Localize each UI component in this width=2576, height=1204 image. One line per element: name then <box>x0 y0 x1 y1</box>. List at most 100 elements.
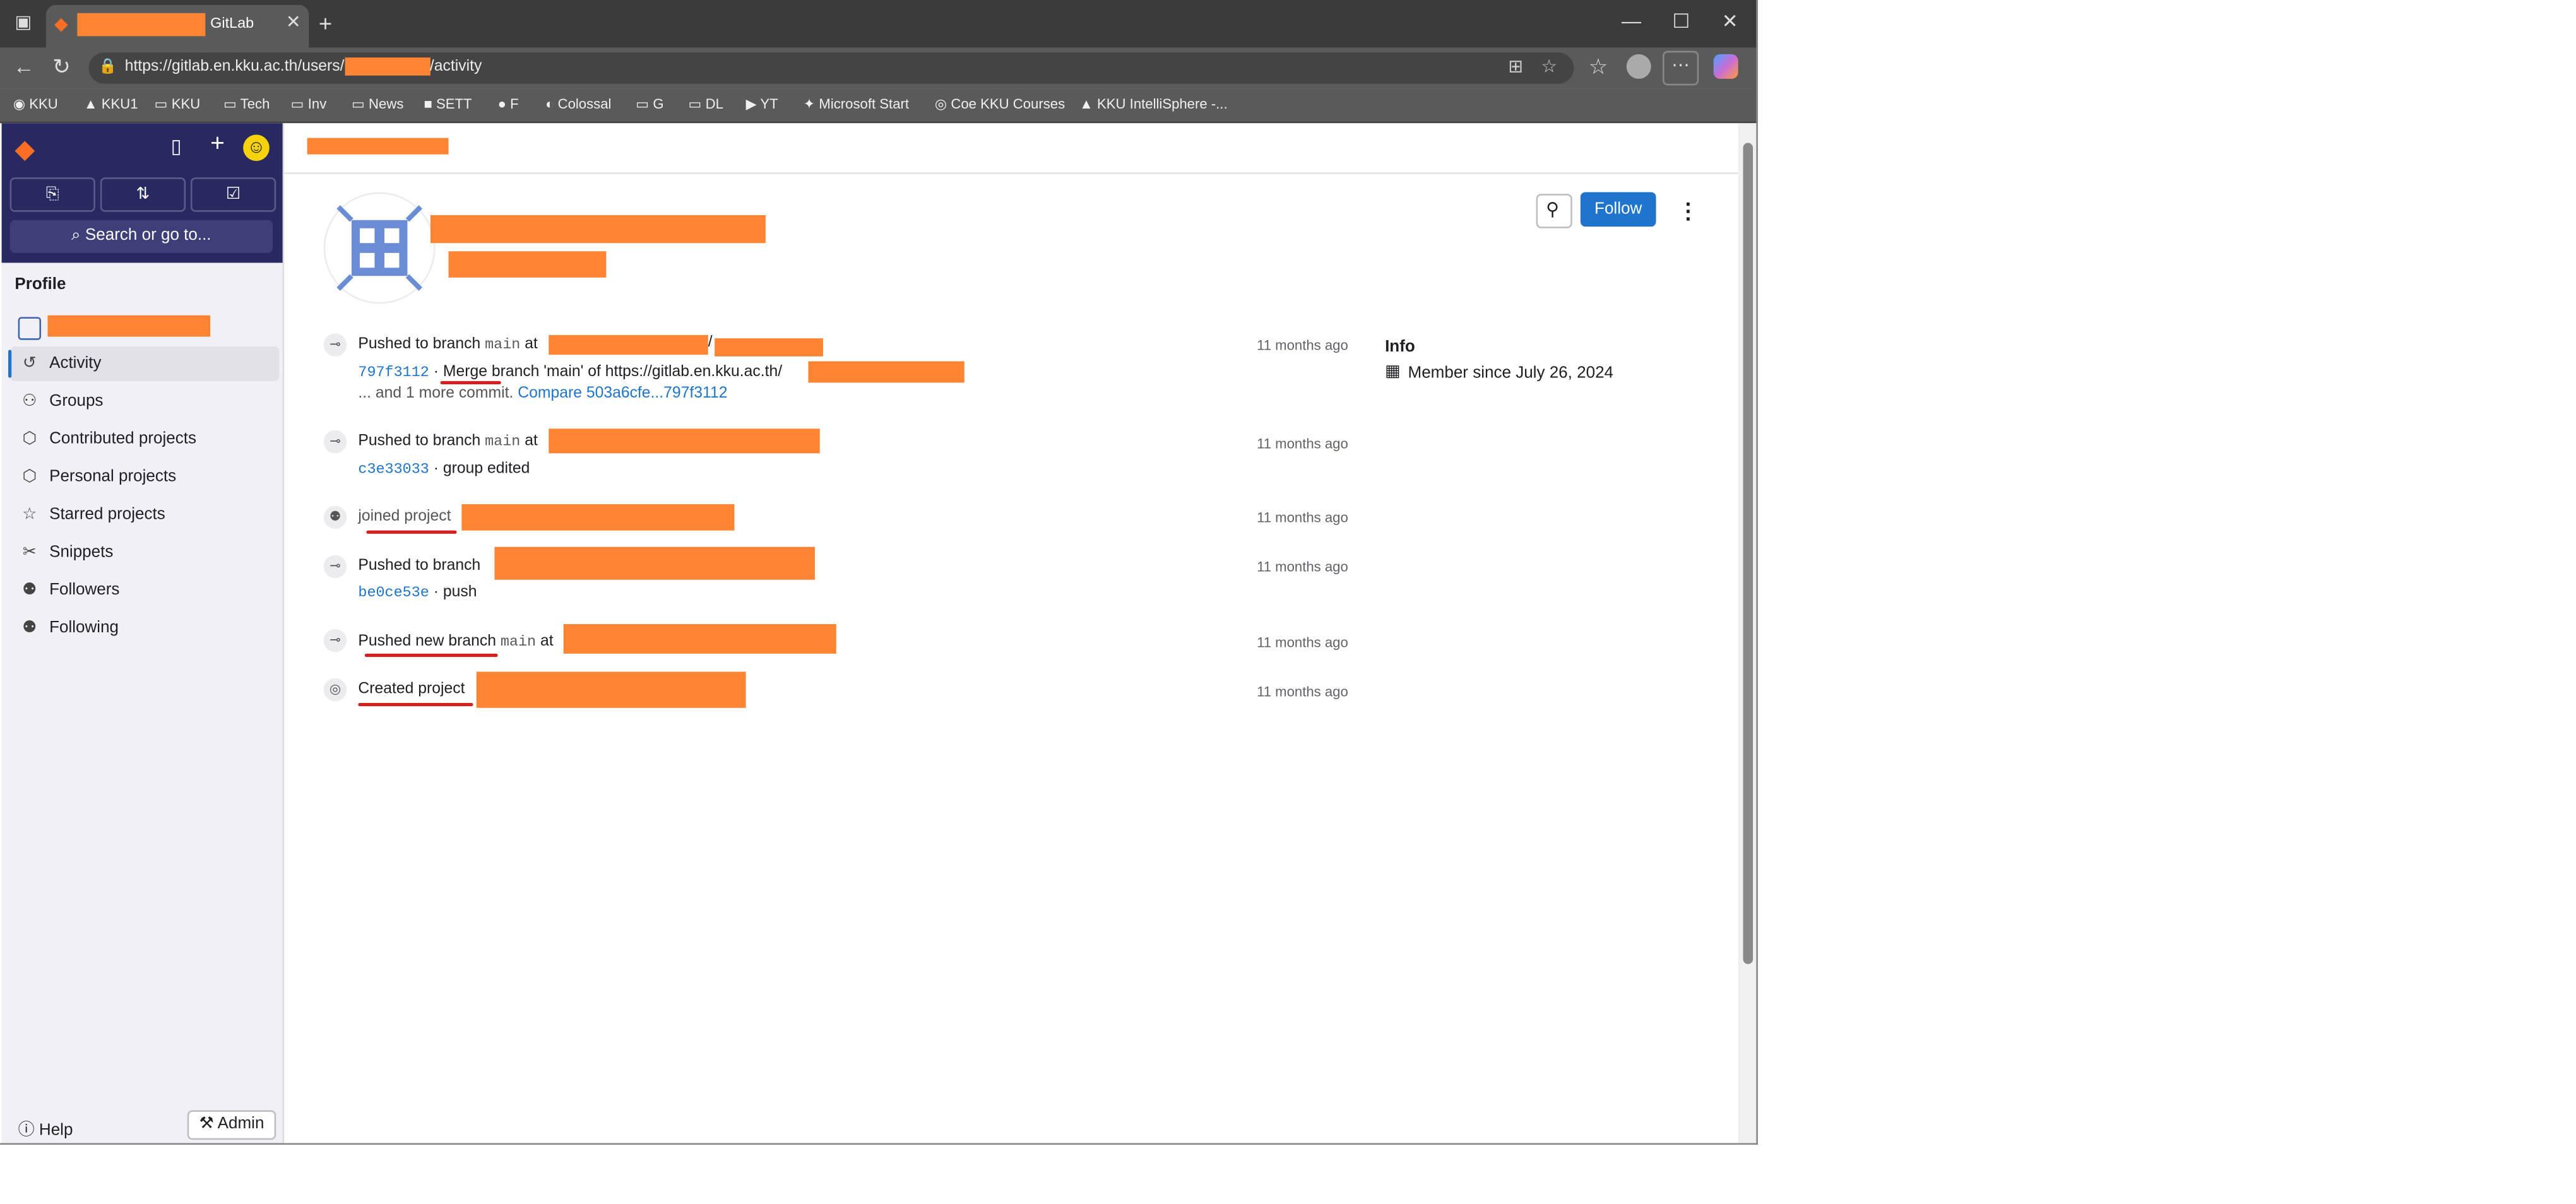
redacted-display-name <box>430 215 766 244</box>
maximize-button[interactable]: ☐ <box>1673 10 1690 33</box>
toggle-sidebar-icon[interactable]: ▯ <box>171 134 182 157</box>
event-push-1: Pushed to branch main at <box>358 334 538 353</box>
admin-button[interactable]: ⚒ Admin <box>187 1110 276 1140</box>
browser-tab[interactable]: ◆ GitLab ✕ <box>45 4 309 48</box>
help-button[interactable]: ⓘ Help <box>18 1115 73 1140</box>
bookmark-folder-kku[interactable]: ▭ KKU <box>155 95 201 114</box>
app-install-icon[interactable]: ⊞ <box>1508 56 1523 77</box>
event-time: 11 months ago <box>1257 558 1348 575</box>
back-icon[interactable]: ← <box>13 54 35 79</box>
reload-icon[interactable]: ↻ <box>52 54 70 81</box>
user-avatar-icon[interactable]: ☺ <box>243 134 270 162</box>
close-window-button[interactable]: ✕ <box>1722 10 1738 33</box>
star-icon: ☆ <box>22 505 37 524</box>
bookmark-kku-intellisphere[interactable]: ▲ KKU IntelliSphere -... <box>1079 95 1228 112</box>
todos-button[interactable]: ☑ <box>190 177 276 212</box>
sidebar-item-contributed-projects[interactable]: ⬡ Contributed projects <box>10 422 280 457</box>
event-push-3: Pushed to branch <box>358 557 481 575</box>
event-time: 11 months ago <box>1257 509 1348 526</box>
redacted-project-path <box>563 624 836 654</box>
member-since: Member since July 26, 2024 <box>1408 364 1614 383</box>
sidebar-item-groups[interactable]: ⚇ Groups <box>10 384 280 419</box>
sidebar-item-followers[interactable]: ⚉ Followers <box>10 573 280 608</box>
site-info-icon[interactable]: 🔒 <box>98 57 117 76</box>
follow-button[interactable]: Follow <box>1580 192 1656 227</box>
favorite-star-icon[interactable]: ☆ <box>1541 56 1557 77</box>
redacted-breadcrumb <box>307 138 449 155</box>
bookmark-yt[interactable]: ▶ YT <box>746 95 778 114</box>
url-field[interactable]: 🔒 https://gitlab.en.kku.ac.th/users/ /act… <box>88 52 1574 84</box>
project-created-icon: ◎ <box>323 678 347 702</box>
scrollbar[interactable] <box>1738 123 1758 1143</box>
bookmark-folder-tech[interactable]: ▭ Tech <box>223 95 270 114</box>
favorites-icon[interactable]: ☆ <box>1589 54 1608 81</box>
bookmark-kku[interactable]: ◉ KKU <box>13 95 58 114</box>
users-icon: ⚉ <box>22 581 37 599</box>
group-icon: ⚇ <box>22 392 37 411</box>
search-button[interactable]: ⌕ Search or go to... <box>9 220 273 253</box>
sidebar-item-activity[interactable]: ↺ Activity <box>8 346 280 381</box>
redacted-repo-url <box>808 361 965 383</box>
sidebar-header: ◆ ▯ + ☺ ⎘ ⇅ ☑ ⌕ Search or go to... <box>1 123 283 263</box>
branch-name[interactable]: main <box>485 337 520 353</box>
bookmark-kku1[interactable]: ▲ KKU1 <box>84 95 138 112</box>
sidebar-item-snippets[interactable]: ✂ Snippets <box>10 535 280 570</box>
more-actions-icon[interactable]: ⋮ <box>1677 199 1699 225</box>
event-time: 11 months ago <box>1257 435 1348 452</box>
profile-avatar-icon[interactable] <box>1626 54 1651 79</box>
bookmark-folder-dl[interactable]: ▭ DL <box>689 95 723 114</box>
bookmark-colossal[interactable]: ◐ Colossal <box>545 95 611 112</box>
commit-sha[interactable]: c3e33033 <box>358 461 429 478</box>
bookmark-folder-news[interactable]: ▭ News <box>352 95 403 114</box>
bookmark-sett[interactable]: ■ SETT <box>424 95 472 112</box>
tab-actions-icon[interactable]: ▣ <box>15 11 32 33</box>
merge-requests-button[interactable]: ⇅ <box>100 177 186 212</box>
redacted-project-name <box>461 504 735 531</box>
event-time: 11 months ago <box>1257 683 1348 700</box>
tab-close-icon[interactable]: ✕ <box>286 11 301 33</box>
more-menu-icon[interactable]: ⋯ <box>1662 50 1699 86</box>
bookmark-folder-g[interactable]: ▭ G <box>636 95 663 114</box>
event-more-commits: ... and 1 more commit. Compare 503a6cfe.… <box>358 384 728 403</box>
bookmark-folder-inv[interactable]: ▭ Inv <box>291 95 327 114</box>
identicon-icon <box>336 205 423 291</box>
redacted-username <box>47 315 211 337</box>
new-tab-button[interactable]: + <box>319 10 332 37</box>
user-actions-button[interactable]: ⚲ <box>1536 194 1572 228</box>
scrollbar-thumb[interactable] <box>1743 143 1754 964</box>
sidebar-item-following[interactable]: ⚉ Following <box>10 611 280 646</box>
minimize-button[interactable]: — <box>1622 10 1641 33</box>
main-content: ⚲ Follow ⋮ ⊸ Pushed to branch main at / … <box>284 123 1738 1143</box>
info-heading: Info <box>1385 338 1415 357</box>
commit-sha[interactable]: 797f3112 <box>358 365 429 381</box>
commit-icon: ⊸ <box>323 555 347 579</box>
users-icon: ⚉ <box>22 619 37 637</box>
profile-heading: Profile <box>15 276 66 294</box>
event-time: 11 months ago <box>1257 336 1348 353</box>
redacted-tab-title <box>77 13 206 37</box>
sidebar-item-starred-projects[interactable]: ☆ Starred projects <box>10 498 280 533</box>
bookmarks-bar: ◉ KKU ▲ KKU1 ▭ KKU ▭ Tech ▭ Inv ▭ News ■… <box>0 88 1758 124</box>
bookmark-coe-kku-courses[interactable]: ◎ Coe KKU Courses <box>935 95 1065 114</box>
sidebar-item-personal-projects[interactable]: ⬡ Personal projects <box>10 460 280 495</box>
copilot-icon[interactable] <box>1713 54 1738 79</box>
issues-button[interactable]: ⎘ <box>9 177 95 212</box>
compare-link[interactable]: Compare 503a6cfe...797f3112 <box>518 384 727 403</box>
event-new-branch: Pushed new branch main at <box>358 632 554 651</box>
merge-request-icon: ⇅ <box>136 186 150 204</box>
branch-name[interactable]: main <box>485 434 520 450</box>
bookmark-microsoft-start[interactable]: ✦ Microsoft Start <box>804 95 909 114</box>
history-icon: ↺ <box>22 355 37 373</box>
event-time: 11 months ago <box>1257 634 1348 651</box>
profile-avatar <box>323 192 436 304</box>
bookmark-f[interactable]: ● F <box>498 95 519 112</box>
redacted-branch-project <box>494 546 815 580</box>
todo-icon: ☑ <box>225 186 241 204</box>
commit-sha[interactable]: be0ce53e <box>358 585 429 601</box>
branch-name[interactable]: main <box>501 634 536 651</box>
gitlab-sidebar: ◆ ▯ + ☺ ⎘ ⇅ ☑ ⌕ Search or go to... Profi… <box>1 123 285 1143</box>
gitlab-logo-icon[interactable]: ◆ <box>15 133 35 166</box>
calendar-icon: ▦ <box>1385 363 1401 381</box>
header-divider <box>284 172 1738 174</box>
create-new-icon[interactable]: + <box>210 130 225 158</box>
